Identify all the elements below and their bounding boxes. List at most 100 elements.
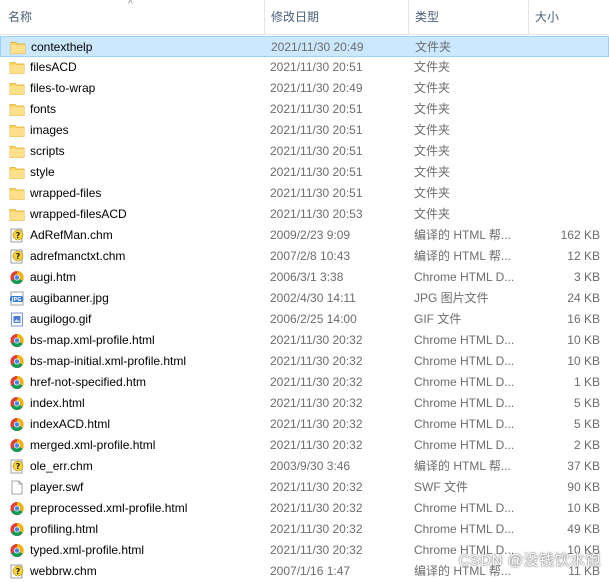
file-type: 文件夹 — [414, 102, 451, 116]
file-name: href-not-specified.htm — [30, 375, 147, 389]
file-row[interactable]: ? ole_err.chm 2003/9/30 3:46 编译的 HTML 帮... 3… — [0, 456, 609, 477]
file-row[interactable]: player.swf 2021/11/30 20:32 SWF 文件 90 KB — [0, 477, 609, 498]
file-name: profiling.html — [30, 522, 99, 536]
file-type: 编译的 HTML 帮... — [414, 459, 511, 473]
file-row[interactable]: index.html 2021/11/30 20:32 Chrome HTML D.… — [0, 393, 609, 414]
column-header-name-label: 名称 — [8, 10, 33, 24]
folder-icon — [9, 144, 25, 159]
file-name: contexthelp — [31, 40, 93, 54]
file-name: wrapped-files — [30, 186, 102, 200]
chrome-icon — [9, 333, 25, 348]
file-size: 10 KB — [567, 354, 600, 368]
file-row[interactable]: augilogo.gif 2006/2/25 14:00 GIF 文件 16 KB — [0, 309, 609, 330]
chrome-icon — [9, 438, 25, 453]
file-name: merged.xml-profile.html — [30, 438, 156, 452]
column-header-type-label: 类型 — [415, 10, 440, 24]
file-date: 2007/1/16 1:47 — [270, 564, 351, 578]
file-size: 24 KB — [567, 291, 600, 305]
file-type: 文件夹 — [414, 186, 451, 200]
file-row[interactable]: fonts 2021/11/30 20:51 文件夹 — [0, 99, 609, 120]
file-date: 2021/11/30 20:32 — [270, 480, 363, 494]
file-date: 2021/11/30 20:53 — [270, 207, 363, 221]
file-name: indexACD.html — [30, 417, 111, 431]
file-type: 文件夹 — [414, 60, 451, 74]
file-name: scripts — [30, 144, 65, 158]
file-date: 2009/2/23 9:09 — [270, 228, 351, 242]
file-row[interactable]: filesACD 2021/11/30 20:51 文件夹 — [0, 57, 609, 78]
file-date: 2021/11/30 20:32 — [270, 501, 363, 515]
file-name: bs-map-initial.xml-profile.html — [30, 354, 187, 368]
file-date: 2021/11/30 20:49 — [271, 40, 364, 54]
file-name: ole_err.chm — [30, 459, 93, 473]
file-name: files-to-wrap — [30, 81, 96, 95]
file-type: Chrome HTML D... — [414, 438, 515, 452]
file-type: Chrome HTML D... — [414, 522, 515, 536]
file-row[interactable]: bs-map.xml-profile.html 2021/11/30 20:32 C… — [0, 330, 609, 351]
chrome-icon — [9, 396, 25, 411]
file-row[interactable]: files-to-wrap 2021/11/30 20:49 文件夹 — [0, 78, 609, 99]
file-name: AdRefMan.chm — [30, 228, 113, 242]
file-row[interactable]: augi.htm 2006/3/1 3:38 Chrome HTML D... 3 K… — [0, 267, 609, 288]
file-date: 2021/11/30 20:32 — [270, 417, 363, 431]
file-size: 90 KB — [567, 480, 600, 494]
file-size: 3 KB — [573, 270, 600, 284]
file-row[interactable]: wrapped-filesACD 2021/11/30 20:53 文件夹 — [0, 204, 609, 225]
file-date: 2021/11/30 20:51 — [270, 60, 363, 74]
file-row[interactable]: ? AdRefMan.chm 2009/2/23 9:09 编译的 HTML 帮...… — [0, 225, 609, 246]
file-type: JPG 图片文件 — [414, 291, 489, 305]
file-row[interactable]: images 2021/11/30 20:51 文件夹 — [0, 120, 609, 141]
file-row[interactable]: indexACD.html 2021/11/30 20:32 Chrome HTML… — [0, 414, 609, 435]
file-row[interactable]: href-not-specified.htm 2021/11/30 20:32 Ch… — [0, 372, 609, 393]
sort-ascending-icon: ^ — [128, 0, 133, 10]
file-name: style — [30, 165, 55, 179]
file-type: GIF 文件 — [414, 312, 462, 326]
file-type: 文件夹 — [414, 123, 451, 137]
chrome-icon — [9, 375, 25, 390]
file-name: webbrw.chm — [30, 564, 97, 578]
folder-icon — [9, 60, 25, 75]
file-date: 2021/11/30 20:32 — [270, 354, 363, 368]
chm-help-icon: ? — [9, 564, 25, 579]
svg-text:?: ? — [16, 231, 21, 240]
file-row[interactable]: profiling.html 2021/11/30 20:32 Chrome HTM… — [0, 519, 609, 540]
file-date: 2021/11/30 20:32 — [270, 333, 363, 347]
file-row[interactable]: preprocessed.xml-profile.html 2021/11/30 … — [0, 498, 609, 519]
file-row[interactable]: contexthelp 2021/11/30 20:49 文件夹 — [0, 36, 609, 57]
file-name: adrefmanctxt.chm — [30, 249, 126, 263]
file-name: wrapped-filesACD — [30, 207, 127, 221]
file-row[interactable]: wrapped-files 2021/11/30 20:51 文件夹 — [0, 183, 609, 204]
chrome-icon — [9, 522, 25, 537]
svg-text:JPG: JPG — [11, 297, 22, 303]
svg-text:?: ? — [16, 462, 21, 471]
file-type: 文件夹 — [414, 207, 451, 221]
file-row[interactable]: merged.xml-profile.html 2021/11/30 20:32 C… — [0, 435, 609, 456]
file-row[interactable]: bs-map-initial.xml-profile.html 2021/11/3… — [0, 351, 609, 372]
file-date: 2021/11/30 20:51 — [270, 144, 363, 158]
file-size: 5 KB — [573, 396, 600, 410]
column-header-date[interactable]: 修改日期 — [264, 0, 406, 34]
chm-help-icon: ? — [9, 228, 25, 243]
file-size: 5 KB — [573, 417, 600, 431]
file-date: 2021/11/30 20:51 — [270, 123, 363, 137]
folder-icon — [9, 81, 25, 96]
file-row[interactable]: ? adrefmanctxt.chm 2007/2/8 10:43 编译的 HTML … — [0, 246, 609, 267]
chm-help-icon: ? — [9, 459, 25, 474]
chm-help-icon: ? — [9, 249, 25, 264]
file-type: SWF 文件 — [414, 480, 468, 494]
column-header-type[interactable]: 类型 — [408, 0, 526, 34]
file-type: 文件夹 — [414, 81, 451, 95]
jpg-icon: JPG — [9, 291, 25, 306]
file-type: Chrome HTML D... — [414, 375, 515, 389]
file-row[interactable]: style 2021/11/30 20:51 文件夹 — [0, 162, 609, 183]
file-name: preprocessed.xml-profile.html — [30, 501, 188, 515]
file-name: bs-map.xml-profile.html — [30, 333, 155, 347]
file-name: augi.htm — [30, 270, 77, 284]
file-date: 2003/9/30 3:46 — [270, 459, 351, 473]
file-row[interactable]: scripts 2021/11/30 20:51 文件夹 — [0, 141, 609, 162]
column-header-size[interactable]: 大小 — [528, 0, 609, 34]
file-row[interactable]: JPG augibanner.jpg 2002/4/30 14:11 JPG 图片文件… — [0, 288, 609, 309]
file-size: 10 KB — [567, 501, 600, 515]
folder-icon — [9, 165, 25, 180]
file-list: contexthelp 2021/11/30 20:49 文件夹 filesACD 20… — [0, 36, 609, 582]
file-type: 文件夹 — [414, 165, 451, 179]
